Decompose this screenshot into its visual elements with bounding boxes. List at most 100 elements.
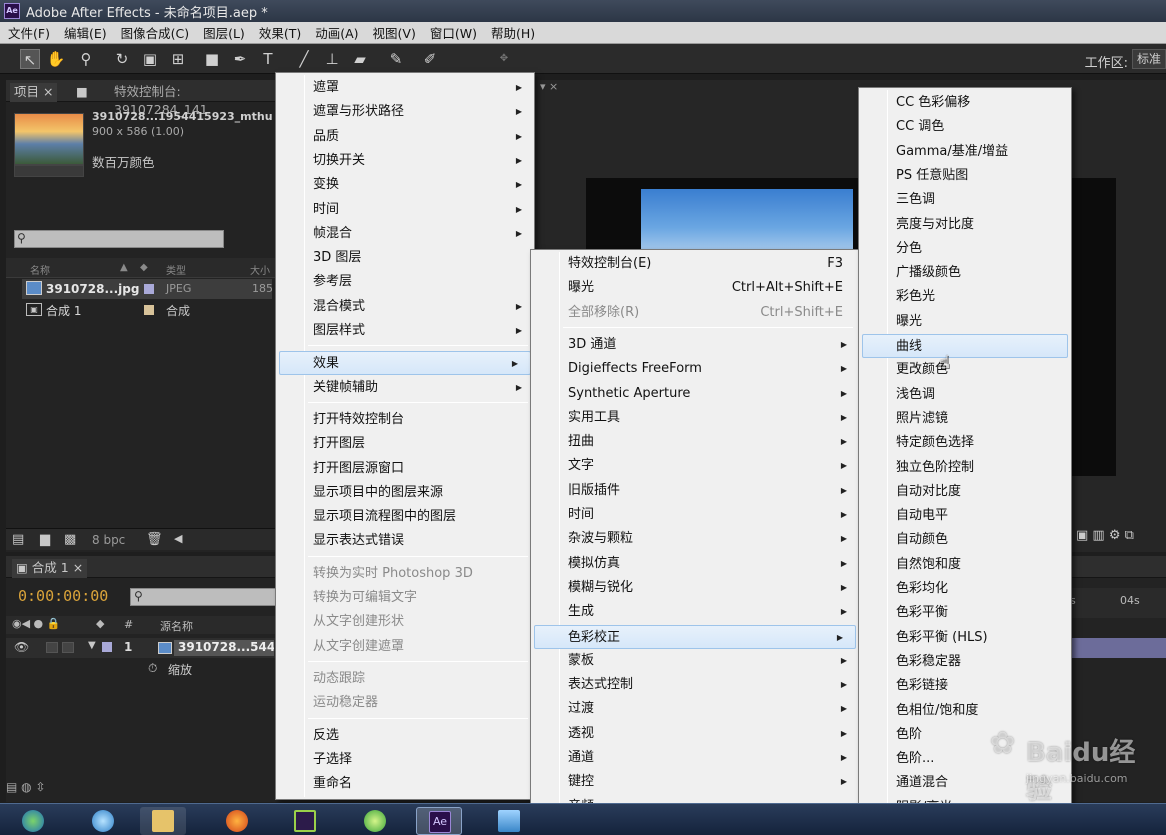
timeline-footer-icons[interactable]: ▤ ◍ ⇳ xyxy=(6,780,276,802)
trash-icon[interactable]: 🗑 xyxy=(146,532,163,547)
menu-layer-item[interactable]: 切换开关 ▶ xyxy=(276,149,534,173)
stopwatch-icon[interactable]: ⏱ xyxy=(148,661,157,676)
menu-color-item[interactable]: 更改颜色 xyxy=(859,358,1071,382)
pen-tool-icon[interactable]: ✒ xyxy=(230,49,250,69)
project-row-name[interactable]: 合成 1 xyxy=(46,302,81,319)
menu-color-item[interactable]: CC 色彩偏移 xyxy=(859,91,1071,115)
menu-color-item[interactable]: Gamma/基准/增益 xyxy=(859,140,1071,164)
pan-behind-tool-icon[interactable]: ⊞ xyxy=(168,49,188,69)
menu-color-item[interactable]: 自动颜色 xyxy=(859,528,1071,552)
menu-help[interactable]: 帮助(H) xyxy=(485,23,541,42)
camera-tool-icon[interactable]: ▣ xyxy=(140,49,160,69)
layer-duration-bar[interactable] xyxy=(1070,638,1166,658)
puppet-pin-tool-icon[interactable]: ✐ xyxy=(420,49,440,69)
eraser-tool-icon[interactable]: ▰ xyxy=(350,49,370,69)
menu-color-item[interactable]: CC 调色 xyxy=(859,115,1071,139)
menu-effect-item[interactable]: 旧版插件 ▶ xyxy=(531,479,859,503)
menu-color-item[interactable]: 分色 xyxy=(859,237,1071,261)
new-composition-icon[interactable]: ▩ xyxy=(64,532,76,547)
tab-composition[interactable]: ▣ 合成 1 × xyxy=(12,559,88,578)
rotate-tool-icon[interactable]: ↻ xyxy=(112,49,132,69)
solo-switch[interactable] xyxy=(46,642,58,653)
menu-effect-item[interactable]: 表达式控制 ▶ xyxy=(531,673,859,697)
menu-layer-item[interactable]: 帧混合 ▶ xyxy=(276,222,534,246)
menu-effect-item[interactable]: Synthetic Aperture ▶ xyxy=(531,382,859,406)
taskbar-explorer[interactable] xyxy=(140,807,186,835)
timeline-search-input[interactable]: ⚲ xyxy=(130,588,276,606)
menu-edit[interactable]: 编辑(E) xyxy=(58,23,113,42)
menu-effect-item[interactable]: 通道 ▶ xyxy=(531,746,859,770)
menu-layer-item[interactable]: 反选 xyxy=(276,724,534,748)
menu-view[interactable]: 视图(V) xyxy=(367,23,422,42)
new-folder-icon[interactable]: ▆ xyxy=(40,532,50,547)
menu-window[interactable]: 窗口(W) xyxy=(424,23,483,42)
rectangle-tool-icon[interactable]: ■ xyxy=(202,49,222,69)
menu-effect-item[interactable]: 生成 ▶ xyxy=(531,600,859,624)
menu-layer-item[interactable]: 显示项目流程图中的图层 xyxy=(276,505,534,529)
menu-animation[interactable]: 动画(A) xyxy=(309,23,364,42)
menu-layer-item[interactable]: 品质 ▶ xyxy=(276,125,534,149)
menu-file[interactable]: 文件(F) xyxy=(2,23,56,42)
menu-color-item[interactable]: 照片滤镜 xyxy=(859,407,1071,431)
menu-layer-item[interactable]: 遮罩与形状路径 ▶ xyxy=(276,100,534,124)
taskbar-app-blue[interactable] xyxy=(486,807,532,835)
taskbar-after-effects[interactable]: Ae xyxy=(416,807,462,835)
clone-stamp-tool-icon[interactable]: ⊥ xyxy=(322,49,342,69)
current-time-display[interactable]: 0:00:00:00 xyxy=(18,587,108,605)
menu-layer-item[interactable]: 重命名 xyxy=(276,772,534,796)
column-size[interactable]: 大小 xyxy=(250,262,270,277)
menu-effect-item[interactable]: 文字 ▶ xyxy=(531,454,859,478)
menu-color-item[interactable]: 自动电平 xyxy=(859,504,1071,528)
bit-depth-button[interactable]: 8 bpc xyxy=(92,533,125,547)
menu-effect-item[interactable]: 实用工具 ▶ xyxy=(531,406,859,430)
text-tool-icon[interactable]: T xyxy=(258,49,278,69)
menu-color-item[interactable]: 亮度与对比度 xyxy=(859,213,1071,237)
menu-color-item[interactable]: 彩色光 xyxy=(859,285,1071,309)
layer-name[interactable]: 3910728...5441 xyxy=(174,640,274,656)
menu-effect[interactable]: 效果(T) xyxy=(253,23,307,42)
menu-effect-item[interactable]: 曝光 Ctrl+Alt+Shift+E xyxy=(531,276,859,300)
visibility-eye-icon[interactable]: 👁 xyxy=(14,640,29,654)
project-search-input[interactable]: ⚲ xyxy=(14,230,224,248)
menu-effect-item[interactable]: 扭曲 ▶ xyxy=(531,430,859,454)
taskbar-360[interactable] xyxy=(352,807,398,835)
column-source-name[interactable]: 源名称 xyxy=(160,618,193,634)
tab-project[interactable]: 项目 × xyxy=(10,83,58,102)
menu-effect-item[interactable]: 蒙板 ▶ xyxy=(531,649,859,673)
menu-color-item[interactable]: 特定颜色选择 xyxy=(859,431,1071,455)
timeline-layer-row[interactable]: 👁 ▼ 1 3910728...5441 xyxy=(6,638,276,658)
menu-color-item[interactable]: 自动对比度 xyxy=(859,480,1071,504)
taskbar-app-green[interactable] xyxy=(282,807,328,835)
taskbar-firefox[interactable] xyxy=(214,807,260,835)
time-ruler[interactable]: s 04s xyxy=(1070,588,1166,618)
zoom-tool-icon[interactable]: ⚲ xyxy=(76,49,96,69)
menu-color-item[interactable]: 色彩平衡 xyxy=(859,601,1071,625)
viewer-tab-controls[interactable]: ▾ × xyxy=(540,80,580,98)
menu-layer-item[interactable]: 关键帧辅助 ▶ xyxy=(276,376,534,400)
menu-color-item[interactable]: 色彩链接 xyxy=(859,674,1071,698)
menu-color-item[interactable]: 曲线 xyxy=(862,334,1068,358)
expand-triangle-icon[interactable]: ▼ xyxy=(88,640,96,651)
menu-layer-item[interactable]: 变换 ▶ xyxy=(276,173,534,197)
menu-layer-item[interactable]: 遮罩 ▶ xyxy=(276,76,534,100)
viewer-footer-icons[interactable]: ▣ ▥ ⚙ ⧉ xyxy=(1076,528,1166,550)
menu-color-item[interactable]: PS 任意贴图 xyxy=(859,164,1071,188)
menu-effect-item[interactable]: 色彩校正 ▶ xyxy=(534,624,856,649)
menu-color-item[interactable]: 广播级颜色 xyxy=(859,261,1071,285)
menu-color-item[interactable]: 色彩平衡 (HLS) xyxy=(859,626,1071,650)
menu-color-item[interactable]: 浅色调 xyxy=(859,383,1071,407)
brush-tool-icon[interactable]: ╱ xyxy=(294,49,314,69)
column-type[interactable]: 类型 xyxy=(166,262,186,277)
menu-effect-item[interactable]: Digieffects FreeForm ▶ xyxy=(531,357,859,381)
lock-switch[interactable] xyxy=(62,642,74,653)
menu-layer-item[interactable]: 图层样式 ▶ xyxy=(276,319,534,343)
menu-layer[interactable]: 图层(L) xyxy=(197,23,251,42)
menu-effect-item[interactable]: 模糊与锐化 ▶ xyxy=(531,576,859,600)
menu-color-item[interactable]: 独立色阶控制 xyxy=(859,456,1071,480)
scroll-left-icon[interactable]: ◀ xyxy=(174,532,182,545)
menu-layer-item[interactable]: 3D 图层 xyxy=(276,246,534,270)
roto-brush-tool-icon[interactable]: ✎ xyxy=(386,49,406,69)
menu-color-item[interactable]: 曝光 xyxy=(859,310,1071,334)
menu-layer-item[interactable]: 打开特效控制台 xyxy=(276,408,534,432)
menu-layer-item[interactable]: 打开图层源窗口 xyxy=(276,457,534,481)
